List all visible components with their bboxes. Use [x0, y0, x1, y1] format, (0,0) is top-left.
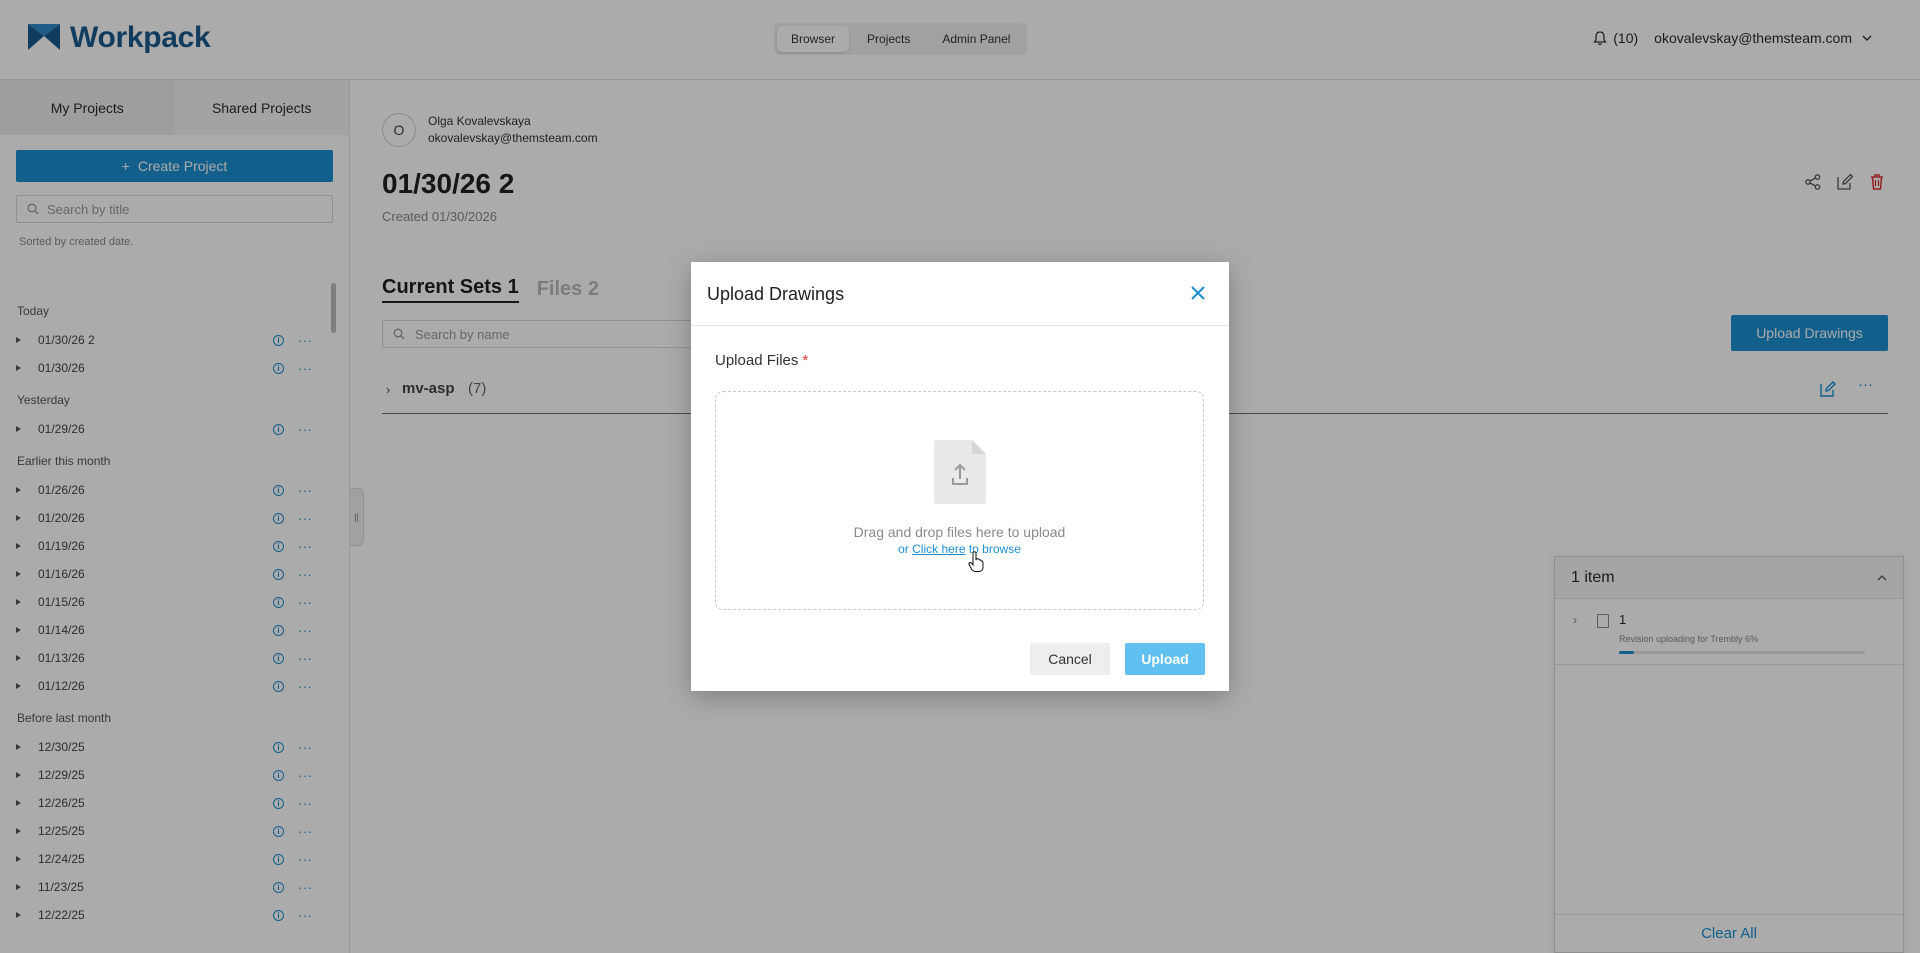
- close-icon[interactable]: [1189, 284, 1207, 302]
- required-mark: *: [802, 352, 809, 369]
- upload-files-label: Upload Files *: [715, 352, 808, 369]
- file-dropzone[interactable]: Drag and drop files here to upload or Cl…: [715, 391, 1204, 610]
- dropzone-text: Drag and drop files here to upload: [853, 524, 1066, 540]
- browse-line: or Click here to browse: [716, 542, 1203, 556]
- browse-prefix: or: [898, 542, 909, 556]
- cancel-button[interactable]: Cancel: [1030, 643, 1110, 675]
- upload-drawings-dialog: Upload Drawings Upload Files * Drag and d…: [691, 262, 1229, 691]
- hand-cursor-icon: [968, 551, 984, 572]
- upload-file-icon: [934, 440, 986, 504]
- browse-link[interactable]: Click here: [912, 542, 965, 556]
- field-label-text: Upload Files: [715, 352, 799, 369]
- modal-header: Upload Drawings: [691, 262, 1229, 326]
- upload-button[interactable]: Upload: [1125, 643, 1205, 675]
- modal-title: Upload Drawings: [707, 284, 845, 304]
